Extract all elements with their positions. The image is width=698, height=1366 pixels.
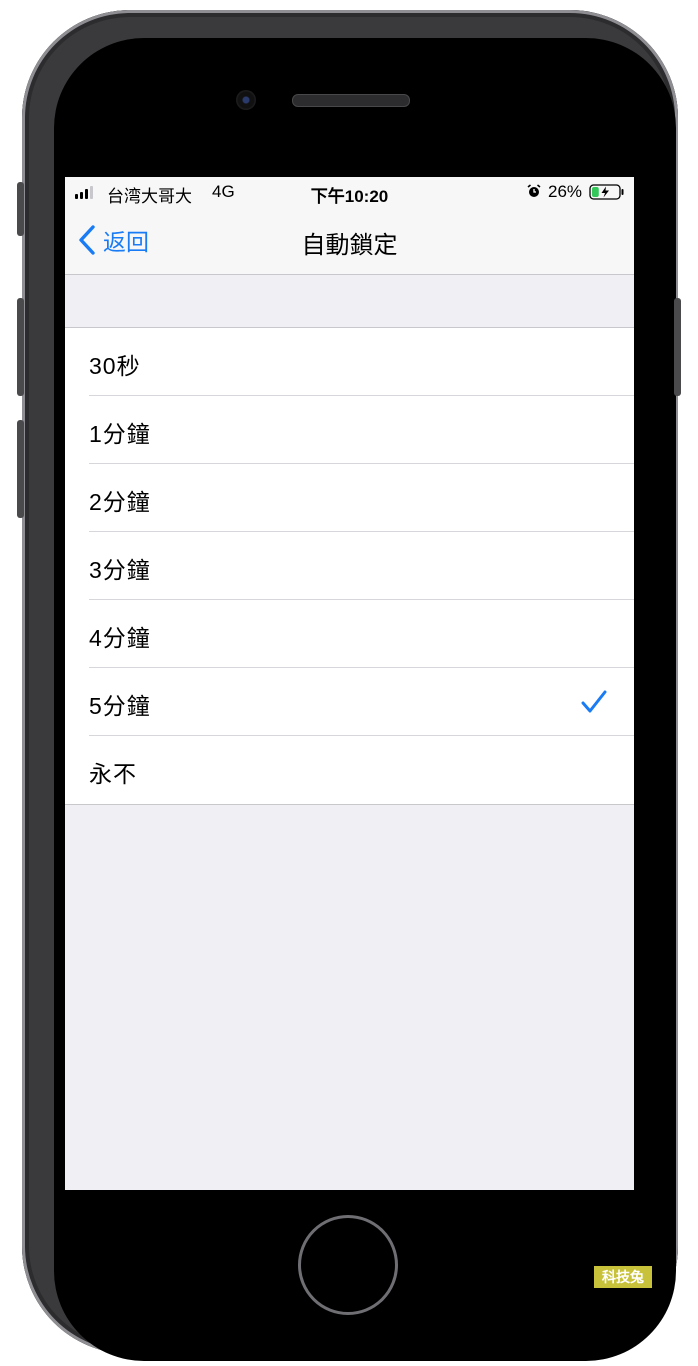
option-label: 30秒 — [89, 353, 141, 379]
home-button[interactable] — [298, 1215, 398, 1315]
volume-down-button — [17, 420, 24, 518]
navigation-bar: 返回 自動鎖定 — [65, 207, 634, 275]
option-label: 4分鐘 — [89, 625, 151, 651]
option-label: 1分鐘 — [89, 421, 151, 447]
option-label: 2分鐘 — [89, 489, 151, 515]
auto-lock-option[interactable]: 5分鐘 — [65, 668, 634, 736]
battery-percent: 26% — [548, 182, 583, 201]
auto-lock-option[interactable]: 1分鐘 — [65, 396, 634, 464]
front-camera — [236, 90, 256, 110]
power-button — [674, 298, 681, 396]
earpiece-speaker — [292, 94, 410, 107]
silent-switch — [17, 182, 24, 236]
alarm-clock-icon — [527, 184, 541, 197]
checkmark-icon — [581, 690, 607, 713]
auto-lock-option[interactable]: 4分鐘 — [65, 600, 634, 668]
auto-lock-option[interactable]: 3分鐘 — [65, 532, 634, 600]
screen: 台湾大哥大 4G 下午10:20 26% 返回 自動鎖定 30秒 1分鐘 2分鐘 3分… — [65, 177, 634, 1190]
auto-lock-option[interactable]: 30秒 — [65, 328, 634, 396]
watermark: 科技兔 — [594, 1266, 652, 1288]
page-title: 自動鎖定 — [301, 232, 398, 259]
option-label: 3分鐘 — [89, 557, 151, 583]
option-label: 5分鐘 — [89, 693, 151, 719]
option-label: 永不 — [89, 761, 137, 787]
auto-lock-option[interactable]: 永不 — [65, 736, 634, 804]
auto-lock-options-list: 30秒 1分鐘 2分鐘 3分鐘 4分鐘 5分鐘永不 — [65, 327, 634, 805]
status-bar: 台湾大哥大 4G 下午10:20 26% — [65, 177, 634, 207]
auto-lock-option[interactable]: 2分鐘 — [65, 464, 634, 532]
volume-up-button — [17, 298, 24, 396]
battery-charging-icon — [589, 184, 624, 200]
